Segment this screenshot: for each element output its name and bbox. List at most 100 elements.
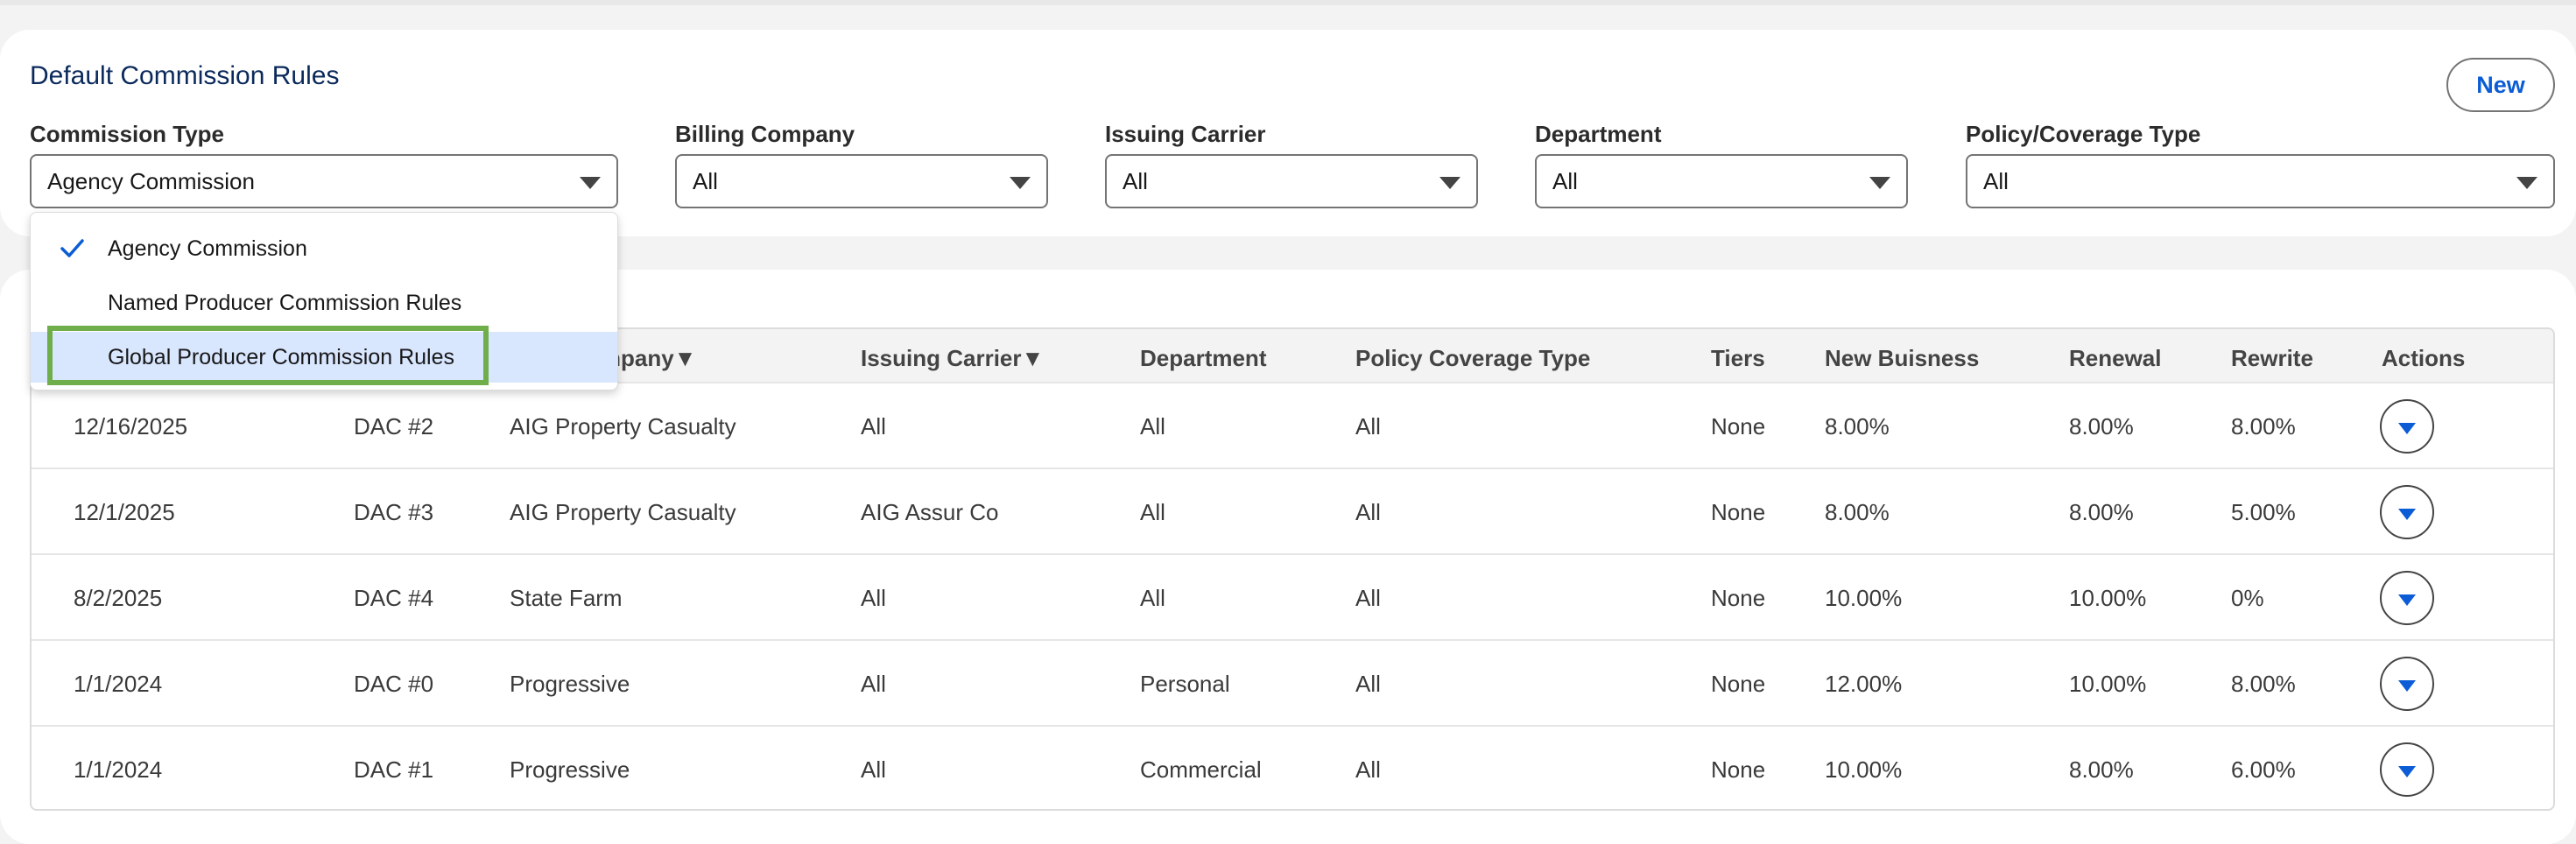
cell-rewrite: 8.00% [2231,671,2296,697]
column-header-department: Department [1140,345,1267,371]
policy-coverage-type-select[interactable]: All [1966,154,2555,208]
billing-company-label: Billing Company [675,121,855,147]
cell-department: All [1140,413,1165,440]
table-row: 8/2/2025 DAC #4 State Farm All All All None 10.… [32,555,2553,641]
cell-date: 12/16/2025 [74,413,188,440]
chevron-down-icon [1439,177,1460,189]
cell-rule-name: DAC #3 [354,499,434,525]
column-header-rewrite: Rewrite [2231,345,2313,371]
cell-date: 12/1/2025 [74,499,175,525]
cell-billing-company: Progressive [510,756,630,783]
chevron-down-icon [1869,177,1890,189]
cell-issuing-carrier: All [861,756,886,783]
cell-renewal: 8.00% [2069,499,2134,525]
department-select[interactable]: All [1535,154,1908,208]
row-actions-button[interactable] [2380,485,2434,539]
commission-rules-table: ompany▼ Issuing Carrier▼ Department Poli… [30,327,2555,811]
table-row: 1/1/2024 DAC #0 Progressive All Personal All N… [32,641,2553,727]
cell-billing-company: AIG Property Casualty [510,413,736,440]
department-value: All [1552,167,1578,194]
dropdown-option-agency-commission[interactable]: Agency Commission [31,223,617,274]
issuing-carrier-select[interactable]: All [1105,154,1478,208]
billing-company-select[interactable]: All [675,154,1048,208]
cell-issuing-carrier: AIG Assur Co [861,499,999,525]
dropdown-option-label: Named Producer Commission Rules [108,290,462,315]
cell-tiers: None [1711,756,1766,783]
issuing-carrier-value: All [1123,167,1148,194]
cell-tiers: None [1711,499,1766,525]
cell-policy-coverage-type: All [1355,413,1381,440]
cell-rewrite: 5.00% [2231,499,2296,525]
row-actions-button[interactable] [2380,399,2434,454]
check-icon [60,239,84,257]
column-header-tiers: Tiers [1711,345,1765,371]
column-header-policy-coverage-type: Policy Coverage Type [1355,345,1591,371]
chevron-down-icon [1010,177,1031,189]
cell-policy-coverage-type: All [1355,499,1381,525]
cell-rewrite: 8.00% [2231,413,2296,440]
chevron-down-icon [2516,177,2537,189]
policy-coverage-type-label: Policy/Coverage Type [1966,121,2201,147]
cell-new-business: 10.00% [1825,585,1903,611]
cell-rule-name: DAC #0 [354,671,434,697]
chevron-down-icon [580,177,601,189]
cell-rewrite: 6.00% [2231,756,2296,783]
cell-billing-company: Progressive [510,671,630,697]
cell-rule-name: DAC #4 [354,585,434,611]
column-header-new-business: New Buisness [1825,345,1980,371]
commission-type-value: Agency Commission [47,167,255,194]
table-row: 12/1/2025 DAC #3 AIG Property Casualty AIG … [32,469,2553,555]
cell-billing-company: State Farm [510,585,623,611]
row-actions-button[interactable] [2380,571,2434,625]
cell-rewrite: 0% [2231,585,2264,611]
cell-department: All [1140,499,1165,525]
cell-new-business: 10.00% [1825,756,1903,783]
chevron-down-icon [2398,594,2416,606]
cell-renewal: 10.00% [2069,585,2147,611]
cell-policy-coverage-type: All [1355,585,1381,611]
commission-type-select[interactable]: Agency Commission [30,154,618,208]
cell-new-business: 8.00% [1825,413,1890,440]
cell-issuing-carrier: All [861,585,886,611]
page-title: Default Commission Rules [30,61,340,90]
cell-issuing-carrier: All [861,671,886,697]
cell-date: 1/1/2024 [74,756,163,783]
row-actions-button[interactable] [2380,657,2434,711]
cell-rule-name: DAC #1 [354,756,434,783]
cell-tiers: None [1711,585,1766,611]
table-row: 1/1/2024 DAC #1 Progressive All Commercial Al… [32,727,2553,809]
cell-date: 1/1/2024 [74,671,163,697]
cell-tiers: None [1711,413,1766,440]
cell-new-business: 8.00% [1825,499,1890,525]
top-strip [0,0,2576,5]
cell-policy-coverage-type: All [1355,671,1381,697]
new-button[interactable]: New [2446,58,2555,112]
chevron-down-icon [2398,508,2416,520]
column-header-actions: Actions [2382,345,2466,371]
issuing-carrier-label: Issuing Carrier [1105,121,1266,147]
department-label: Department [1535,121,1662,147]
cell-department: All [1140,585,1165,611]
dropdown-option-label: Agency Commission [108,236,307,261]
cell-tiers: None [1711,671,1766,697]
billing-company-value: All [693,167,718,194]
row-actions-button[interactable] [2380,742,2434,797]
table-row: 12/16/2025 DAC #2 AIG Property Casualty All… [32,383,2553,469]
cell-issuing-carrier: All [861,413,886,440]
cell-department: Personal [1140,671,1230,697]
column-header-issuing-carrier[interactable]: Issuing Carrier▼ [861,345,1044,372]
cell-policy-coverage-type: All [1355,756,1381,783]
cell-renewal: 8.00% [2069,756,2134,783]
cell-renewal: 8.00% [2069,413,2134,440]
policy-coverage-type-value: All [1983,167,2009,194]
cell-rule-name: DAC #2 [354,413,434,440]
chevron-down-icon [2398,422,2416,434]
cell-renewal: 10.00% [2069,671,2147,697]
cell-date: 8/2/2025 [74,585,163,611]
cell-new-business: 12.00% [1825,671,1903,697]
chevron-down-icon [2398,765,2416,777]
cell-department: Commercial [1140,756,1262,783]
commission-type-label: Commission Type [30,121,225,147]
highlight-box [47,326,489,385]
dropdown-option-named-producer[interactable]: Named Producer Commission Rules [31,278,617,328]
